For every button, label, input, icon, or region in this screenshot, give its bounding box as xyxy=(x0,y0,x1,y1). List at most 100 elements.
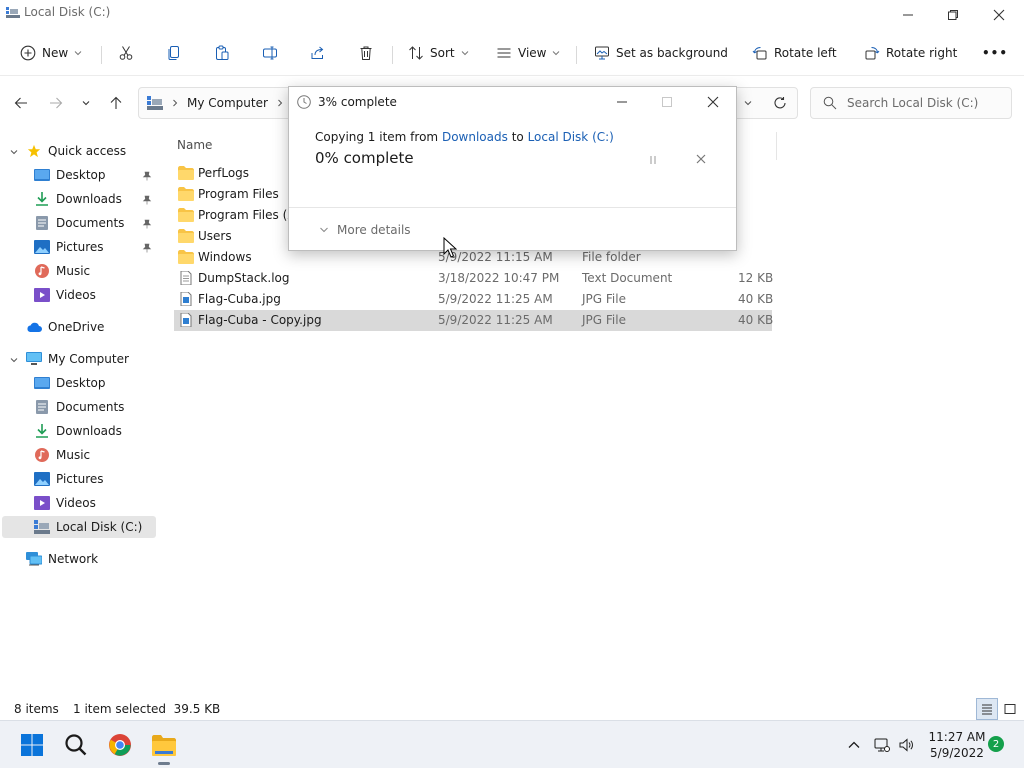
arrow-up-icon xyxy=(110,96,122,109)
refresh-button[interactable] xyxy=(768,91,792,115)
up-button[interactable] xyxy=(104,91,128,115)
rename-button[interactable] xyxy=(262,40,278,66)
image-file-icon xyxy=(180,292,192,306)
nav-pc-local-disk[interactable]: Local Disk (C:) xyxy=(2,516,156,538)
file-row-selected[interactable]: Flag-Cuba - Copy.jpg 5/9/2022 11:25 AM J… xyxy=(174,310,773,331)
dialog-maximize-button[interactable] xyxy=(644,89,690,115)
nav-label: Quick access xyxy=(48,144,127,158)
sort-icon xyxy=(409,46,423,60)
file-row[interactable]: DumpStack.log 3/18/2022 10:47 PM Text Do… xyxy=(174,268,774,289)
nav-quick-pictures[interactable]: Pictures xyxy=(34,236,104,258)
image-file-icon xyxy=(180,313,192,327)
cut-button[interactable] xyxy=(118,40,134,66)
clipboard-icon xyxy=(216,45,229,60)
delete-button[interactable] xyxy=(358,40,374,66)
nav-quick-documents[interactable]: Documents xyxy=(34,212,124,234)
dialog-close-button[interactable] xyxy=(690,89,736,115)
sort-label: Sort xyxy=(430,46,455,60)
text-file-icon xyxy=(180,271,192,285)
nav-quick-desktop[interactable]: Desktop xyxy=(34,164,106,186)
destination-link[interactable]: Local Disk (C:) xyxy=(528,130,614,144)
clock[interactable]: 11:27 AM 5/9/2022 xyxy=(926,729,988,761)
restore-button[interactable] xyxy=(930,0,976,30)
document-icon xyxy=(36,216,48,230)
folder-icon xyxy=(178,208,194,222)
pause-icon[interactable] xyxy=(645,153,661,167)
minimize-button[interactable] xyxy=(885,0,931,30)
back-button[interactable] xyxy=(9,91,33,115)
more-options-button[interactable]: ••• xyxy=(982,40,1008,66)
nav-pc-documents[interactable]: Documents xyxy=(34,396,124,418)
nav-pc-downloads[interactable]: Downloads xyxy=(34,420,122,442)
dialog-minimize-button[interactable] xyxy=(599,89,645,115)
close-button[interactable] xyxy=(976,0,1022,30)
details-view-button[interactable] xyxy=(976,698,998,720)
toolbar-divider xyxy=(392,46,393,64)
nav-quick-videos[interactable]: Videos xyxy=(34,284,96,306)
more-options-label: ••• xyxy=(982,46,1009,60)
sort-button[interactable]: Sort xyxy=(408,40,469,66)
search-taskbar-button[interactable] xyxy=(60,729,92,761)
notification-badge[interactable]: 2 xyxy=(988,736,1004,752)
paste-button[interactable] xyxy=(214,40,230,66)
copy-button[interactable] xyxy=(166,40,182,66)
more-details-button[interactable]: More details xyxy=(319,223,411,237)
nav-label: Network xyxy=(48,552,99,566)
item-count: 8 items xyxy=(14,702,59,716)
file-type: JPG File xyxy=(582,292,626,306)
start-button[interactable] xyxy=(16,729,48,761)
file-size: 12 KB xyxy=(738,271,774,285)
volume-icon[interactable] xyxy=(898,737,914,753)
network-icon xyxy=(26,552,42,566)
file-row[interactable]: Flag-Cuba.jpg 5/9/2022 11:25 AM JPG File… xyxy=(174,289,774,310)
recent-locations-button[interactable] xyxy=(74,91,98,115)
nav-pc-music[interactable]: Music xyxy=(34,444,90,466)
nav-onedrive[interactable]: OneDrive xyxy=(26,316,104,338)
nav-quick-access[interactable]: Quick access xyxy=(26,140,126,162)
close-icon xyxy=(707,96,719,108)
chrome-taskbar-button[interactable] xyxy=(104,729,136,761)
new-label: New xyxy=(42,46,69,60)
chevron-down-icon xyxy=(82,101,90,106)
cancel-copy-button[interactable] xyxy=(693,151,709,167)
view-button[interactable]: View xyxy=(496,40,560,66)
file-type: Text Document xyxy=(582,271,673,285)
nav-quick-downloads[interactable]: Downloads xyxy=(34,188,122,210)
forward-button[interactable] xyxy=(44,91,68,115)
nav-label: Videos xyxy=(56,496,96,510)
folder-icon xyxy=(178,187,194,201)
folder-icon xyxy=(178,229,194,243)
nav-label: OneDrive xyxy=(48,320,105,334)
chevron-up-icon[interactable] xyxy=(846,737,862,753)
nav-network[interactable]: Network xyxy=(26,548,98,570)
rotate-right-button[interactable]: Rotate right xyxy=(864,40,957,66)
source-link[interactable]: Downloads xyxy=(442,130,508,144)
nav-label: Videos xyxy=(56,288,96,302)
set-as-background-button[interactable]: Set as background xyxy=(594,40,728,66)
search-input[interactable]: Search Local Disk (C:) xyxy=(810,87,1012,119)
file-explorer-taskbar-button[interactable] xyxy=(148,729,180,765)
drive-icon xyxy=(6,7,20,18)
star-icon xyxy=(27,144,41,158)
pin-icon xyxy=(142,243,152,253)
nav-pc-desktop[interactable]: Desktop xyxy=(34,372,106,394)
network-status-icon[interactable] xyxy=(874,737,890,753)
breadcrumb-my-computer[interactable]: My Computer xyxy=(187,96,268,110)
address-history-button[interactable] xyxy=(736,91,760,115)
new-button[interactable]: New xyxy=(20,40,82,66)
chevron-down-icon xyxy=(74,51,82,56)
rotate-left-button[interactable]: Rotate left xyxy=(752,40,837,66)
restore-icon xyxy=(948,10,958,20)
tiles-view-button[interactable] xyxy=(999,698,1021,720)
nav-my-computer[interactable]: My Computer xyxy=(26,348,129,370)
nav-pc-videos[interactable]: Videos xyxy=(34,492,96,514)
minimize-icon xyxy=(617,101,627,103)
chevron-right-icon xyxy=(173,99,178,107)
nav-pc-pictures[interactable]: Pictures xyxy=(34,468,104,490)
desktop-icon xyxy=(34,169,50,181)
file-size: 40 KB xyxy=(738,292,774,306)
nav-quick-music[interactable]: Music xyxy=(34,260,90,282)
share-button[interactable] xyxy=(310,40,326,66)
column-header-name[interactable]: Name xyxy=(177,138,212,152)
file-name: Users xyxy=(198,229,232,243)
